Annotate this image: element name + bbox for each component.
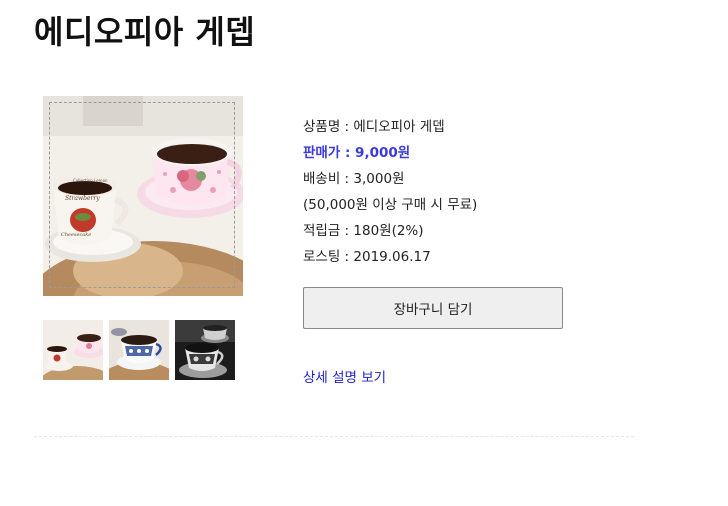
thumbnail-image (109, 320, 169, 380)
thumbnail-image (43, 320, 103, 380)
thumbnail-1[interactable] (43, 320, 103, 380)
svg-text:Collection Lemon: Collection Lemon (73, 178, 108, 183)
svg-text:Strawberry: Strawberry (65, 195, 100, 202)
shipping-fee-row: 배송비 : 3,000원 (303, 171, 405, 187)
price-row: 판매가 : 9,000원 (303, 145, 411, 161)
thumbnail-3[interactable] (175, 320, 235, 380)
thumbnail-2[interactable] (109, 320, 169, 380)
roasting-date-row: 로스팅 : 2019.06.17 (303, 249, 431, 265)
coffee-cups-photo: Strawberry Cheesecake Collection Lemon (43, 96, 243, 296)
product-info: 상품명 : 에디오피아 게뎁 판매가 : 9,000원 배송비 : 3,000원… (303, 114, 477, 270)
divider (34, 436, 634, 437)
product-name-row: 상품명 : 에디오피아 게뎁 (303, 119, 445, 135)
thumbnail-image (175, 320, 235, 380)
svg-text:Cheesecake: Cheesecake (61, 232, 91, 238)
points-row: 적립금 : 180원(2%) (303, 223, 424, 239)
main-product-image[interactable]: Strawberry Cheesecake Collection Lemon (43, 96, 243, 296)
add-to-cart-button[interactable]: 장바구니 담기 (303, 287, 563, 329)
view-details-link[interactable]: 상세 설명 보기 (303, 366, 386, 386)
page-title: 에디오피아 게뎁 (34, 13, 256, 51)
free-shipping-note: (50,000원 이상 구매 시 무료) (303, 197, 478, 213)
thumbnail-strip (43, 320, 235, 380)
